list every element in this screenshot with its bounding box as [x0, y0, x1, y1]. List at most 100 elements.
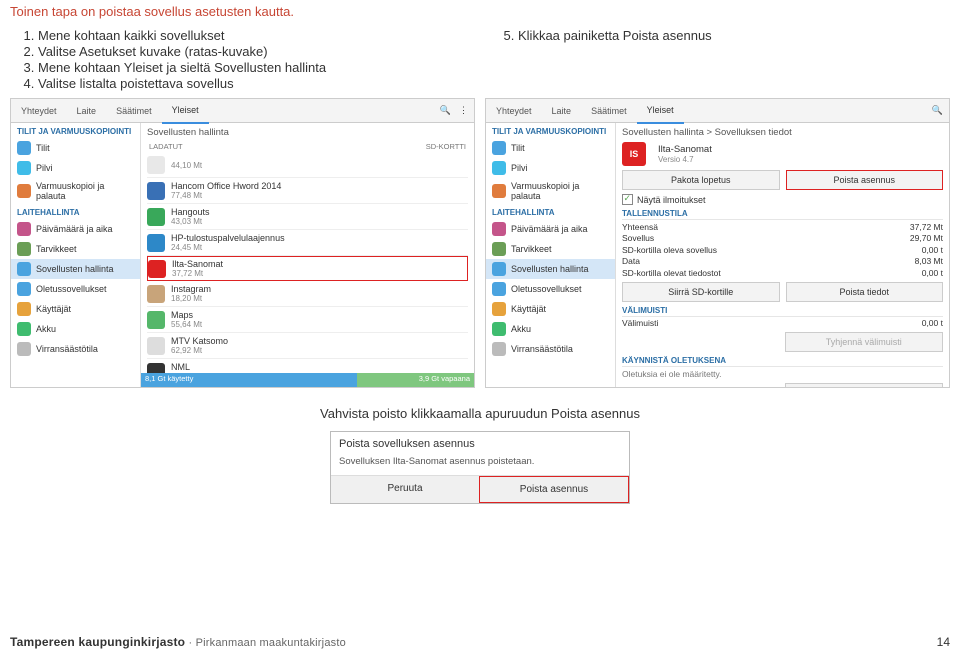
- screenshots-row: Yhteydet Laite Säätimet Yleiset 🔍 ⋮ TILI…: [10, 98, 950, 388]
- app-row[interactable]: MTV Katsomo62,92 Mt: [147, 333, 468, 359]
- app-row[interactable]: 44,10 Mt: [147, 153, 468, 178]
- tab-bar: Yhteydet Laite Säätimet Yleiset 🔍: [486, 99, 949, 123]
- uninstall-button[interactable]: Poista asennus: [786, 170, 944, 190]
- dialog-title: Poista sovelluksen asennus: [331, 432, 629, 456]
- step-4: Valitse listalta poistettava sovellus: [38, 76, 470, 91]
- sidebar-item-users[interactable]: Käyttäjät: [11, 299, 140, 319]
- breadcrumb: Sovellusten hallinta > Sovelluksen tiedo…: [622, 127, 943, 138]
- app-row[interactable]: HP-tulostuspalvelulaajennus24,45 Mt: [147, 230, 468, 256]
- sidebar-item-datetime[interactable]: Päivämäärä ja aika: [486, 219, 615, 239]
- defaults-header: KÄYNNISTÄ OLETUKSENA: [622, 356, 943, 367]
- move-sd-button[interactable]: Siirrä SD-kortille: [622, 282, 780, 302]
- force-stop-button[interactable]: Pakota lopetus: [622, 170, 780, 190]
- clear-defaults-button[interactable]: Poista oletukset: [785, 383, 944, 387]
- tab-laite[interactable]: Laite: [67, 99, 107, 123]
- sidebar-item-battery[interactable]: Akku: [11, 319, 140, 339]
- sidebar-item-powersave[interactable]: Virransäästötila: [11, 339, 140, 359]
- app-name: Ilta-Sanomat: [658, 144, 712, 155]
- screenshot-app-detail: Yhteydet Laite Säätimet Yleiset 🔍 TILIT …: [485, 98, 950, 388]
- app-row[interactable]: Ilta-Sanomat37,72 Mt: [147, 256, 468, 281]
- dialog-confirm-button[interactable]: Poista asennus: [479, 476, 629, 503]
- sidebar-header-device: LAITEHALLINTA: [486, 204, 615, 219]
- sidebar-item-tilit[interactable]: Tilit: [11, 138, 140, 158]
- defaults-note: Oletuksia ei ole määritetty.: [622, 369, 943, 379]
- tab-yleiset[interactable]: Yleiset: [637, 98, 684, 124]
- checkbox-icon[interactable]: [622, 194, 633, 205]
- dialog-cancel-button[interactable]: Peruuta: [331, 476, 479, 503]
- app-icon: [148, 260, 166, 278]
- app-icon: [147, 208, 165, 226]
- app-size: 18,20 Mt: [171, 294, 211, 303]
- app-icon: [147, 311, 165, 329]
- sidebar-item-accessories[interactable]: Tarvikkeet: [11, 239, 140, 259]
- step-5: Klikkaa painiketta Poista asennus: [518, 28, 950, 43]
- app-header: IS Ilta-Sanomat Versio 4.7: [622, 142, 943, 166]
- step-1: Mene kohtaan kaikki sovellukset: [38, 28, 470, 43]
- storage-header: TALLENNUSTILA: [622, 209, 943, 220]
- app-row[interactable]: Hangouts43,03 Mt: [147, 204, 468, 230]
- app-icon: [147, 156, 165, 174]
- tab-yleiset[interactable]: Yleiset: [162, 98, 209, 124]
- app-row[interactable]: Hancom Office Hword 201477,48 Mt: [147, 178, 468, 204]
- storage-row: SD-kortilla olevat tiedostot0,00 t: [622, 268, 943, 278]
- app-size: 37,72 Mt: [172, 269, 223, 278]
- app-name: NML: [171, 362, 202, 372]
- sidebar-item-backup[interactable]: Varmuuskopioi ja palauta: [486, 178, 615, 204]
- confirm-caption: Vahvista poisto klikkaamalla apuruudun P…: [320, 406, 640, 421]
- search-icon[interactable]: 🔍: [932, 105, 943, 116]
- sidebar-item-pilvi[interactable]: Pilvi: [486, 158, 615, 178]
- sidebar-item-tilit[interactable]: Tilit: [486, 138, 615, 158]
- screenshot-app-list: Yhteydet Laite Säätimet Yleiset 🔍 ⋮ TILI…: [10, 98, 475, 388]
- sidebar-item-accessories[interactable]: Tarvikkeet: [486, 239, 615, 259]
- tab-loaded[interactable]: LADATUT: [149, 142, 183, 151]
- sidebar-item-app-manager[interactable]: Sovellusten hallinta: [11, 259, 140, 279]
- app-name: Maps: [171, 310, 202, 320]
- app-size: 62,92 Mt: [171, 346, 228, 355]
- settings-sidebar: TILIT JA VARMUUSKOPIOINTI Tilit Pilvi Va…: [11, 123, 141, 387]
- confirm-dialog-wrap: Poista sovelluksen asennus Sovelluksen I…: [10, 431, 950, 504]
- app-name: Instagram: [171, 284, 211, 294]
- app-size: 44,10 Mt: [171, 161, 202, 170]
- menu-icon[interactable]: ⋮: [459, 105, 468, 116]
- sidebar-header-device: LAITEHALLINTA: [11, 204, 140, 219]
- app-row[interactable]: Maps55,64 Mt: [147, 307, 468, 333]
- tab-laite[interactable]: Laite: [542, 99, 582, 123]
- app-version: Versio 4.7: [658, 155, 712, 164]
- app-size: 43,03 Mt: [171, 217, 210, 226]
- sidebar-item-app-manager[interactable]: Sovellusten hallinta: [486, 259, 615, 279]
- tab-saatimet[interactable]: Säätimet: [106, 99, 162, 123]
- step-3: Mene kohtaan Yleiset ja sieltä Sovellust…: [38, 60, 470, 75]
- app-name: Ilta-Sanomat: [172, 259, 223, 269]
- sidebar-item-default-apps[interactable]: Oletussovellukset: [486, 279, 615, 299]
- app-name: MTV Katsomo: [171, 336, 228, 346]
- sidebar-item-battery[interactable]: Akku: [486, 319, 615, 339]
- search-icon[interactable]: 🔍: [440, 105, 451, 116]
- sidebar-item-pilvi[interactable]: Pilvi: [11, 158, 140, 178]
- clear-cache-button[interactable]: Tyhjennä välimuisti: [785, 332, 944, 352]
- page-footer: Tampereen kaupunginkirjasto · Pirkanmaan…: [10, 635, 950, 649]
- sidebar-item-default-apps[interactable]: Oletussovellukset: [11, 279, 140, 299]
- clear-data-button[interactable]: Poista tiedot: [786, 282, 944, 302]
- content-header: Sovellusten hallinta: [147, 127, 468, 138]
- library-logo: Tampereen kaupunginkirjasto · Pirkanmaan…: [10, 635, 346, 649]
- tab-saatimet[interactable]: Säätimet: [581, 99, 637, 123]
- tab-yhteydet[interactable]: Yhteydet: [11, 99, 67, 123]
- tab-yhteydet[interactable]: Yhteydet: [486, 99, 542, 123]
- app-row[interactable]: Instagram18,20 Mt: [147, 281, 468, 307]
- app-detail-content: Sovellusten hallinta > Sovelluksen tiedo…: [616, 123, 949, 387]
- step-2: Valitse Asetukset kuvake (ratas-kuvake): [38, 44, 470, 59]
- sidebar-header-accounts: TILIT JA VARMUUSKOPIOINTI: [11, 123, 140, 138]
- tab-sdcard[interactable]: SD-KORTTI: [426, 142, 466, 151]
- show-notifications-row[interactable]: Näytä ilmoitukset: [622, 194, 943, 205]
- sidebar-item-powersave[interactable]: Virransäästötila: [486, 339, 615, 359]
- app-name: Hangouts: [171, 207, 210, 217]
- app-size: 77,48 Mt: [171, 191, 281, 200]
- storage-row: SD-kortilla oleva sovellus0,00 t: [622, 245, 943, 255]
- sidebar-item-backup[interactable]: Varmuuskopioi ja palauta: [11, 178, 140, 204]
- uninstall-dialog: Poista sovelluksen asennus Sovelluksen I…: [330, 431, 630, 504]
- dialog-body: Sovelluksen Ilta-Sanomat asennus poistet…: [331, 456, 629, 475]
- sidebar-item-datetime[interactable]: Päivämäärä ja aika: [11, 219, 140, 239]
- app-icon: IS: [622, 142, 646, 166]
- storage-free: 3,9 Gt vapaana: [357, 373, 474, 387]
- sidebar-item-users[interactable]: Käyttäjät: [486, 299, 615, 319]
